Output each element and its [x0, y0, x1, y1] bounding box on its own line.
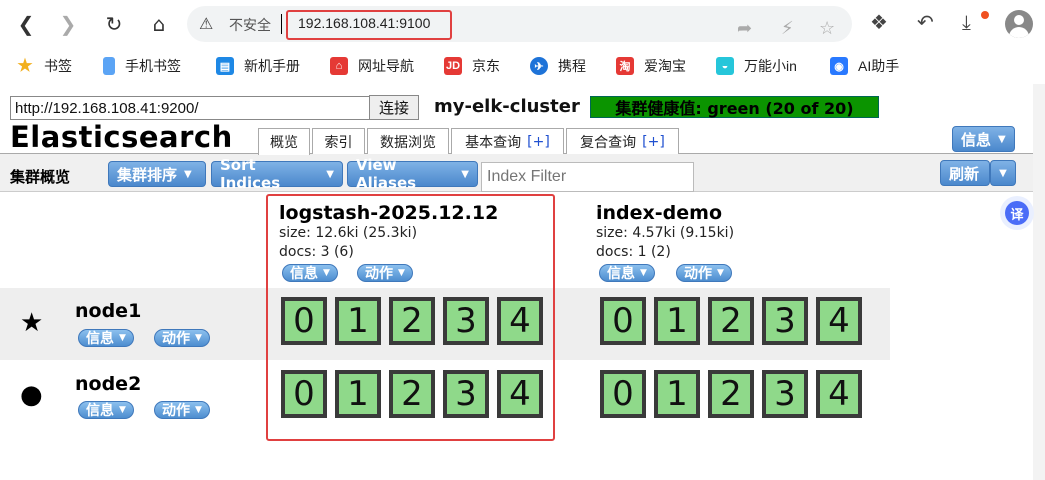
nav-icon: ⌂	[330, 57, 348, 75]
book-icon: ▤	[216, 57, 234, 75]
tab-browser[interactable]: 数据浏览	[367, 128, 449, 154]
bookmark-item[interactable]: ★ 书签	[16, 56, 72, 76]
index-docs: docs: 1 (2)	[596, 244, 671, 260]
chevron-down-icon: ▼	[326, 168, 334, 180]
back-icon[interactable]: ❮	[12, 10, 40, 38]
url-text[interactable]: 192.168.108.41:9100	[298, 15, 430, 31]
tab-indices[interactable]: 索引	[312, 128, 365, 154]
index-name: index-demo	[596, 202, 723, 224]
node-name: node2	[75, 373, 142, 395]
extensions-icon[interactable]: ❖	[870, 10, 888, 34]
index-size: size: 4.57ki (9.15ki)	[596, 225, 735, 241]
avatar[interactable]	[1005, 10, 1033, 38]
index-info-button[interactable]: 信息 ▼	[599, 264, 655, 282]
reload-icon[interactable]: ↻	[100, 10, 128, 38]
warning-icon: ⚠	[199, 14, 214, 33]
chevron-down-icon: ▼	[119, 405, 126, 415]
chevron-down-icon: ▼	[195, 405, 202, 415]
shard-box[interactable]: 1	[654, 370, 700, 418]
translate-icon: 译	[1005, 201, 1029, 225]
index-highlight-box	[266, 194, 555, 441]
chevron-down-icon: ▼	[461, 168, 469, 180]
shard-box[interactable]: 2	[708, 297, 754, 345]
forward-icon[interactable]: ❯	[54, 10, 82, 38]
es-head-app: 连接 my-elk-cluster 集群健康值: green (20 of 20…	[0, 84, 1045, 480]
bookmark-item[interactable]: JD 京东	[444, 56, 500, 76]
ai-icon: ◉	[830, 57, 848, 75]
scrollbar[interactable]	[1033, 84, 1045, 480]
phone-icon	[103, 57, 115, 75]
node-info-button[interactable]: 信息 ▼	[78, 329, 134, 347]
download-badge	[981, 11, 989, 19]
jd-icon: JD	[444, 57, 462, 75]
cluster-health-badge: 集群健康值: green (20 of 20)	[590, 96, 879, 118]
shard-box[interactable]: 3	[762, 297, 808, 345]
lightning-icon[interactable]: ⚡	[781, 18, 794, 39]
sort-cluster-button[interactable]: 集群排序 ▼	[108, 161, 206, 187]
sort-indices-button[interactable]: Sort Indices ▼	[211, 156, 343, 192]
chevron-down-icon: ▼	[195, 333, 202, 343]
tab-compound-query[interactable]: 复合查询 [+]	[566, 128, 679, 154]
overview-label: 集群概览	[10, 168, 71, 186]
node-info-button[interactable]: 信息 ▼	[78, 401, 134, 419]
chevron-down-icon: ▼	[998, 133, 1006, 145]
node-action-button[interactable]: 动作 ▼	[154, 329, 210, 347]
tab-basic-query[interactable]: 基本查询 [+]	[451, 128, 564, 154]
view-aliases-button[interactable]: View Aliases ▼	[347, 156, 478, 192]
tab-overview[interactable]: 概览	[258, 128, 310, 155]
bookmark-item[interactable]: ◒ 万能小in	[716, 56, 797, 76]
circle-icon: ●	[20, 380, 43, 410]
bookmark-star-icon[interactable]: ☆	[819, 18, 835, 39]
home-icon[interactable]: ⌂	[145, 10, 173, 38]
robot-icon: ◒	[716, 57, 734, 75]
node-action-button[interactable]: 动作 ▼	[154, 401, 210, 419]
ctrip-icon: ✈	[530, 57, 548, 75]
download-icon[interactable]: ⤓	[962, 10, 971, 34]
app-title: Elasticsearch	[10, 120, 233, 154]
refresh-menu-button[interactable]: ▼	[990, 160, 1016, 186]
star-icon: ★	[17, 56, 33, 75]
translate-button[interactable]: 译	[1000, 196, 1034, 230]
bookmark-item[interactable]: 手机书签	[103, 56, 181, 76]
undo-icon[interactable]: ↶	[917, 10, 934, 34]
info-menu-button[interactable]: 信息 ▼	[952, 126, 1015, 152]
bookmark-item[interactable]: ▤ 新机手册	[216, 56, 300, 76]
shard-box[interactable]: 0	[600, 297, 646, 345]
insecure-label: 不安全	[229, 18, 271, 34]
chevron-down-icon: ▼	[717, 268, 724, 278]
chevron-down-icon: ▼	[640, 268, 647, 278]
refresh-button[interactable]: 刷新	[940, 160, 990, 186]
bookmark-item[interactable]: ◉ AI助手	[830, 56, 899, 76]
star-icon: ★	[20, 308, 44, 338]
chevron-down-icon: ▼	[999, 167, 1007, 179]
shard-box[interactable]: 3	[762, 370, 808, 418]
index-filter-input[interactable]	[481, 162, 694, 192]
shard-box[interactable]: 0	[600, 370, 646, 418]
chevron-down-icon: ▼	[119, 333, 126, 343]
connect-url-input[interactable]	[10, 96, 370, 120]
shard-box[interactable]: 4	[816, 297, 862, 345]
shard-box[interactable]: 2	[708, 370, 754, 418]
text-cursor	[281, 14, 282, 34]
bookmark-item[interactable]: ⌂ 网址导航	[330, 56, 414, 76]
share-icon[interactable]: ➦	[737, 18, 752, 39]
shard-box[interactable]: 4	[816, 370, 862, 418]
browser-toolbar: ❮ ❯ ↻ ⌂ ⚠ 不安全 ➦ ⚡ ☆ 192.168.108.41:9100 …	[0, 0, 1045, 48]
taobao-icon: 淘	[616, 57, 634, 75]
chevron-down-icon: ▼	[184, 168, 192, 180]
index-action-button[interactable]: 动作 ▼	[676, 264, 732, 282]
connect-button[interactable]: 连接	[369, 95, 419, 120]
bookmarks-bar: ★ 书签 手机书签 ▤ 新机手册 ⌂ 网址导航 JD 京东 ✈ 携程 淘爱淘宝 ◒ 万能小i…	[0, 48, 1045, 84]
cluster-name: my-elk-cluster	[434, 96, 580, 117]
shard-box[interactable]: 1	[654, 297, 700, 345]
bookmark-item[interactable]: ✈ 携程	[530, 56, 586, 76]
node-name: node1	[75, 300, 142, 322]
bookmark-item[interactable]: 淘爱淘宝	[616, 56, 686, 76]
